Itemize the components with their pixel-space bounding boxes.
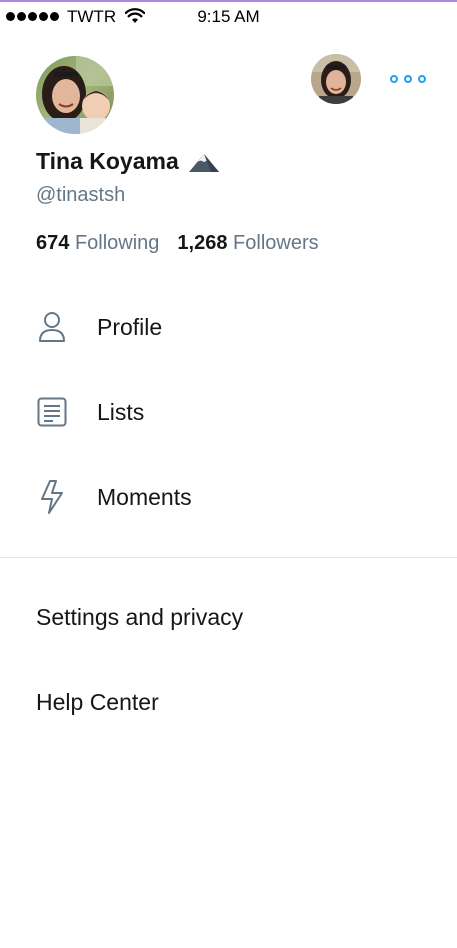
avatar-photo	[36, 56, 114, 134]
menu-label-moments: Moments	[97, 483, 192, 510]
lightning-icon	[36, 480, 68, 514]
status-bar: TWTR 9:15 AM	[0, 2, 457, 32]
person-icon	[36, 311, 68, 343]
menu-item-lists[interactable]: Lists	[0, 382, 457, 442]
menu-divider	[0, 557, 457, 558]
lists-icon	[36, 396, 68, 428]
settings-and-privacy-link[interactable]: Settings and privacy	[36, 604, 243, 631]
menu-item-moments[interactable]: Moments	[0, 467, 457, 527]
menu-label-lists: Lists	[97, 398, 145, 425]
profile-handle: @tinastsh	[36, 184, 126, 206]
followers-label: Followers	[233, 232, 319, 254]
clock: 9:15 AM	[197, 7, 260, 26]
side-drawer: TWTR 9:15 AM Tina Koyama @tinastsh 674 F…	[0, 0, 457, 948]
following-link[interactable]: 674 Following	[36, 232, 159, 255]
followers-link[interactable]: 1,268 Followers	[177, 232, 318, 255]
menu-label-profile: Profile	[97, 313, 163, 340]
display-name: Tina Koyama	[36, 148, 179, 174]
help-center-link[interactable]: Help Center	[36, 689, 159, 716]
following-label: Following	[74, 232, 160, 254]
profile-name-row: Tina Koyama	[36, 148, 221, 175]
following-count: 674	[36, 232, 70, 254]
more-options-icon[interactable]	[390, 70, 426, 88]
account-switcher-avatar[interactable]	[311, 54, 361, 104]
follow-stats: 674 Following 1,268 Followers	[36, 232, 319, 255]
account-avatar-photo	[311, 54, 361, 104]
followers-count: 1,268	[177, 232, 228, 254]
menu-item-profile[interactable]: Profile	[0, 297, 457, 357]
mountain-emoji-icon	[188, 153, 219, 172]
avatar[interactable]	[36, 56, 114, 134]
